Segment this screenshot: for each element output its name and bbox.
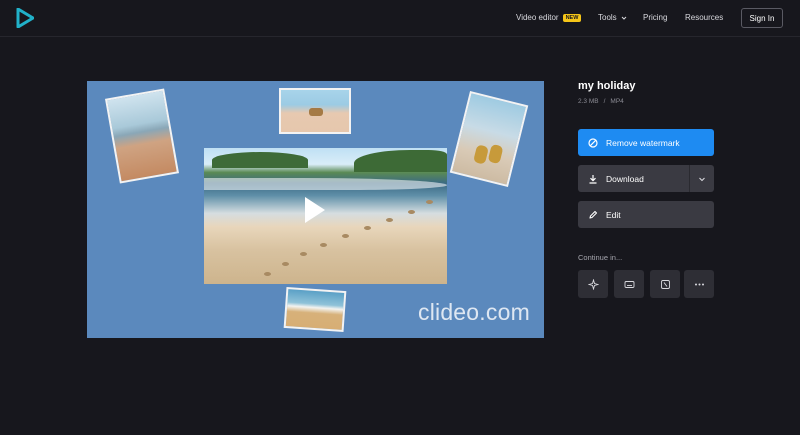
file-title: my holiday	[578, 80, 636, 92]
download-label: Download	[606, 173, 644, 184]
nav-resources[interactable]: Resources	[685, 13, 723, 22]
chevron-down-icon	[621, 16, 627, 20]
more-icon	[694, 283, 704, 285]
continue-subtitles-button[interactable]	[614, 270, 644, 298]
chevron-down-icon	[699, 177, 705, 181]
download-icon	[589, 174, 597, 184]
nav-tools-label: Tools	[598, 13, 617, 22]
edit-button[interactable]: Edit	[578, 201, 714, 228]
pencil-icon	[589, 210, 598, 219]
play-icon[interactable]	[305, 197, 325, 223]
subtitles-icon	[624, 280, 634, 288]
remove-watermark-button[interactable]: Remove watermark	[578, 129, 714, 156]
beach-photo-top	[279, 88, 351, 134]
beach-photo-left	[104, 88, 180, 184]
video-frame[interactable]	[204, 148, 447, 284]
no-sign-icon	[588, 137, 598, 148]
file-meta: 2.3 MB / MP4	[578, 98, 624, 105]
nav-resources-label: Resources	[685, 13, 724, 22]
sign-in-button[interactable]: Sign In	[741, 8, 783, 28]
new-badge: NEW	[562, 13, 582, 22]
download-button-group: Download	[578, 165, 714, 192]
file-format: MP4	[610, 98, 624, 105]
watermark-text: clideo.com	[418, 299, 530, 325]
sparkle-icon	[587, 278, 599, 290]
remove-watermark-label: Remove watermark	[606, 137, 680, 148]
top-header: Video editor NEW Tools Pricing Resources…	[0, 0, 800, 37]
clideo-logo-icon[interactable]	[16, 8, 34, 28]
continue-crop-button[interactable]	[650, 270, 680, 298]
continue-in-label: Continue in...	[578, 253, 623, 262]
continue-sparkle-button[interactable]	[578, 270, 608, 298]
video-preview[interactable]: clideo.com	[87, 81, 544, 338]
meta-separator: /	[603, 98, 606, 105]
crop-icon	[660, 279, 670, 289]
continue-more-button[interactable]	[684, 270, 714, 298]
download-button[interactable]: Download	[578, 165, 689, 192]
wave-photo-bottom	[283, 286, 347, 333]
nav-video-editor-label: Video editor	[516, 13, 559, 22]
download-options-button[interactable]	[690, 165, 714, 192]
nav-tools[interactable]: Tools	[598, 13, 627, 22]
nav-pricing-label: Pricing	[643, 13, 668, 22]
pineapple-photo-right	[449, 90, 529, 188]
edit-label: Edit	[606, 209, 621, 220]
file-size: 2.3 MB	[578, 98, 599, 105]
nav-video-editor[interactable]: Video editor NEW	[516, 13, 582, 22]
nav-pricing[interactable]: Pricing	[643, 13, 667, 22]
